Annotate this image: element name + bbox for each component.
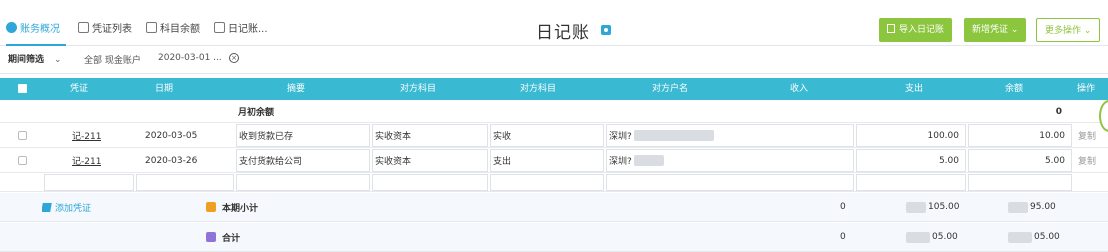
col-date[interactable]: 日期	[155, 78, 173, 100]
total-row: 合计 0 05.00 05.00	[0, 223, 1108, 252]
home-icon	[6, 22, 17, 33]
redacted-text	[1008, 201, 1028, 213]
filter-bar: 期间筛选 ⌄ 全部 现金账户 2020-03-01 ... ×	[0, 46, 1108, 74]
add-voucher-link[interactable]: 添加凭证	[42, 193, 91, 221]
period-dropdown[interactable]: 期间筛选 ⌄	[8, 52, 62, 65]
col-income[interactable]: 收入	[790, 78, 808, 100]
import-button[interactable]: 导入日记账	[879, 18, 953, 42]
col-counterparty[interactable]: 对方户名	[652, 78, 688, 100]
row-expense[interactable]: 100.00	[856, 124, 966, 147]
row-summary[interactable]: 收到货款已存	[236, 124, 370, 147]
row-summary[interactable]: 支付货款给公司	[236, 149, 370, 172]
tab-journal[interactable]: 日记账...	[214, 14, 268, 46]
tab-balance[interactable]: 科目余额	[146, 14, 200, 46]
subtotal-balance: 95.00	[1008, 193, 1056, 221]
table-row: 记-211 2020-03-05 收到货款已存 实收资本 实收 深圳? 100.…	[0, 124, 1108, 148]
subtotal-expense: 105.00	[906, 193, 960, 221]
row-checkbox[interactable]	[18, 131, 27, 140]
clear-filter-icon[interactable]: ×	[229, 53, 239, 63]
date-filter-text: 2020-03-01 ...	[158, 53, 222, 63]
row-account-2[interactable]: 支出	[490, 149, 604, 172]
row-account-1[interactable]: 实收资本	[372, 149, 488, 172]
select-all-checkbox[interactable]	[18, 84, 27, 93]
import-icon	[887, 24, 895, 33]
list-icon	[78, 22, 89, 33]
chevron-down-icon: ⌄	[1010, 25, 1019, 35]
row-account-2[interactable]: 实收	[490, 124, 604, 147]
row-date: 2020-03-26	[145, 155, 198, 166]
row-checkbox[interactable]	[18, 156, 27, 165]
opening-balance: 0	[1055, 106, 1062, 117]
col-balance[interactable]: 余额	[1005, 78, 1023, 100]
empty-cell[interactable]	[490, 174, 604, 191]
row-expense[interactable]: 5.00	[856, 149, 966, 172]
empty-row	[0, 174, 1108, 192]
edit-icon	[42, 202, 52, 212]
chevron-down-icon: ⌄	[54, 55, 62, 65]
row-copy-link[interactable]: 复制	[1078, 124, 1096, 147]
col-expense[interactable]: 支出	[905, 78, 923, 100]
subtotal-income: 0	[840, 202, 846, 212]
empty-cell[interactable]	[968, 174, 1072, 191]
row-balance: 5.00	[968, 149, 1072, 172]
empty-cell[interactable]	[372, 174, 488, 191]
total-badge-icon	[206, 232, 216, 242]
voucher-link[interactable]: 记-211	[72, 129, 101, 142]
tab-bar: 账务概况 凭证列表 科目余额 日记账... 日记账 导入日记账 新增凭证 ⌄ 更…	[0, 0, 1108, 46]
subtotal-label: 本期小计	[206, 193, 258, 221]
empty-cell[interactable]	[236, 174, 370, 191]
redacted-text	[1008, 231, 1032, 243]
col-action[interactable]: 操作	[1077, 78, 1095, 100]
row-counterparty[interactable]: 深圳?	[606, 149, 854, 172]
opening-label: 月初余额	[238, 108, 275, 118]
redacted-text	[906, 231, 930, 243]
subtotal-badge-icon	[206, 202, 216, 212]
total-income: 0	[840, 232, 846, 242]
col-voucher[interactable]: 凭证	[70, 78, 88, 100]
page-title: 日记账	[536, 23, 590, 43]
chevron-down-icon: ⌄	[1083, 26, 1092, 36]
empty-cell[interactable]	[856, 174, 966, 191]
tab-overview[interactable]: 账务概况	[6, 14, 66, 46]
table-icon	[146, 22, 157, 33]
book-icon	[214, 22, 225, 33]
opening-balance-row: 月初余额 0	[0, 101, 1108, 123]
voucher-link[interactable]: 记-211	[72, 154, 101, 167]
row-date: 2020-03-05	[145, 130, 198, 141]
more-actions-button[interactable]: 更多操作 ⌄	[1036, 18, 1101, 42]
row-balance: 10.00	[968, 124, 1072, 147]
col-account-1[interactable]: 对方科目	[400, 78, 436, 100]
redacted-text	[906, 201, 926, 213]
help-icon[interactable]	[601, 25, 611, 35]
row-counterparty[interactable]: 深圳?	[606, 124, 854, 147]
empty-cell[interactable]	[606, 174, 854, 191]
account-filter-text: 全部 现金账户	[84, 56, 141, 66]
row-copy-link[interactable]: 复制	[1078, 149, 1096, 172]
row-account-1[interactable]: 实收资本	[372, 124, 488, 147]
total-expense: 05.00	[906, 223, 958, 251]
col-summary[interactable]: 摘要	[287, 78, 305, 100]
total-label: 合计	[206, 223, 240, 251]
empty-cell[interactable]	[44, 174, 134, 191]
col-account-2[interactable]: 对方科目	[520, 78, 556, 100]
total-balance: 05.00	[1008, 223, 1060, 251]
tab-voucher-list[interactable]: 凭证列表	[78, 14, 132, 46]
redacted-text	[633, 155, 664, 166]
new-voucher-button[interactable]: 新增凭证 ⌄	[964, 18, 1027, 42]
table-header: 凭证 日期 摘要 对方科目 对方科目 对方户名 收入 支出 余额 操作	[0, 78, 1108, 100]
table-row: 记-211 2020-03-26 支付货款给公司 实收资本 支出 深圳? 5.0…	[0, 149, 1108, 173]
redacted-text	[633, 130, 714, 141]
empty-cell[interactable]	[136, 174, 234, 191]
subtotal-row: 添加凭证 本期小计 0 105.00 95.00	[0, 193, 1108, 222]
